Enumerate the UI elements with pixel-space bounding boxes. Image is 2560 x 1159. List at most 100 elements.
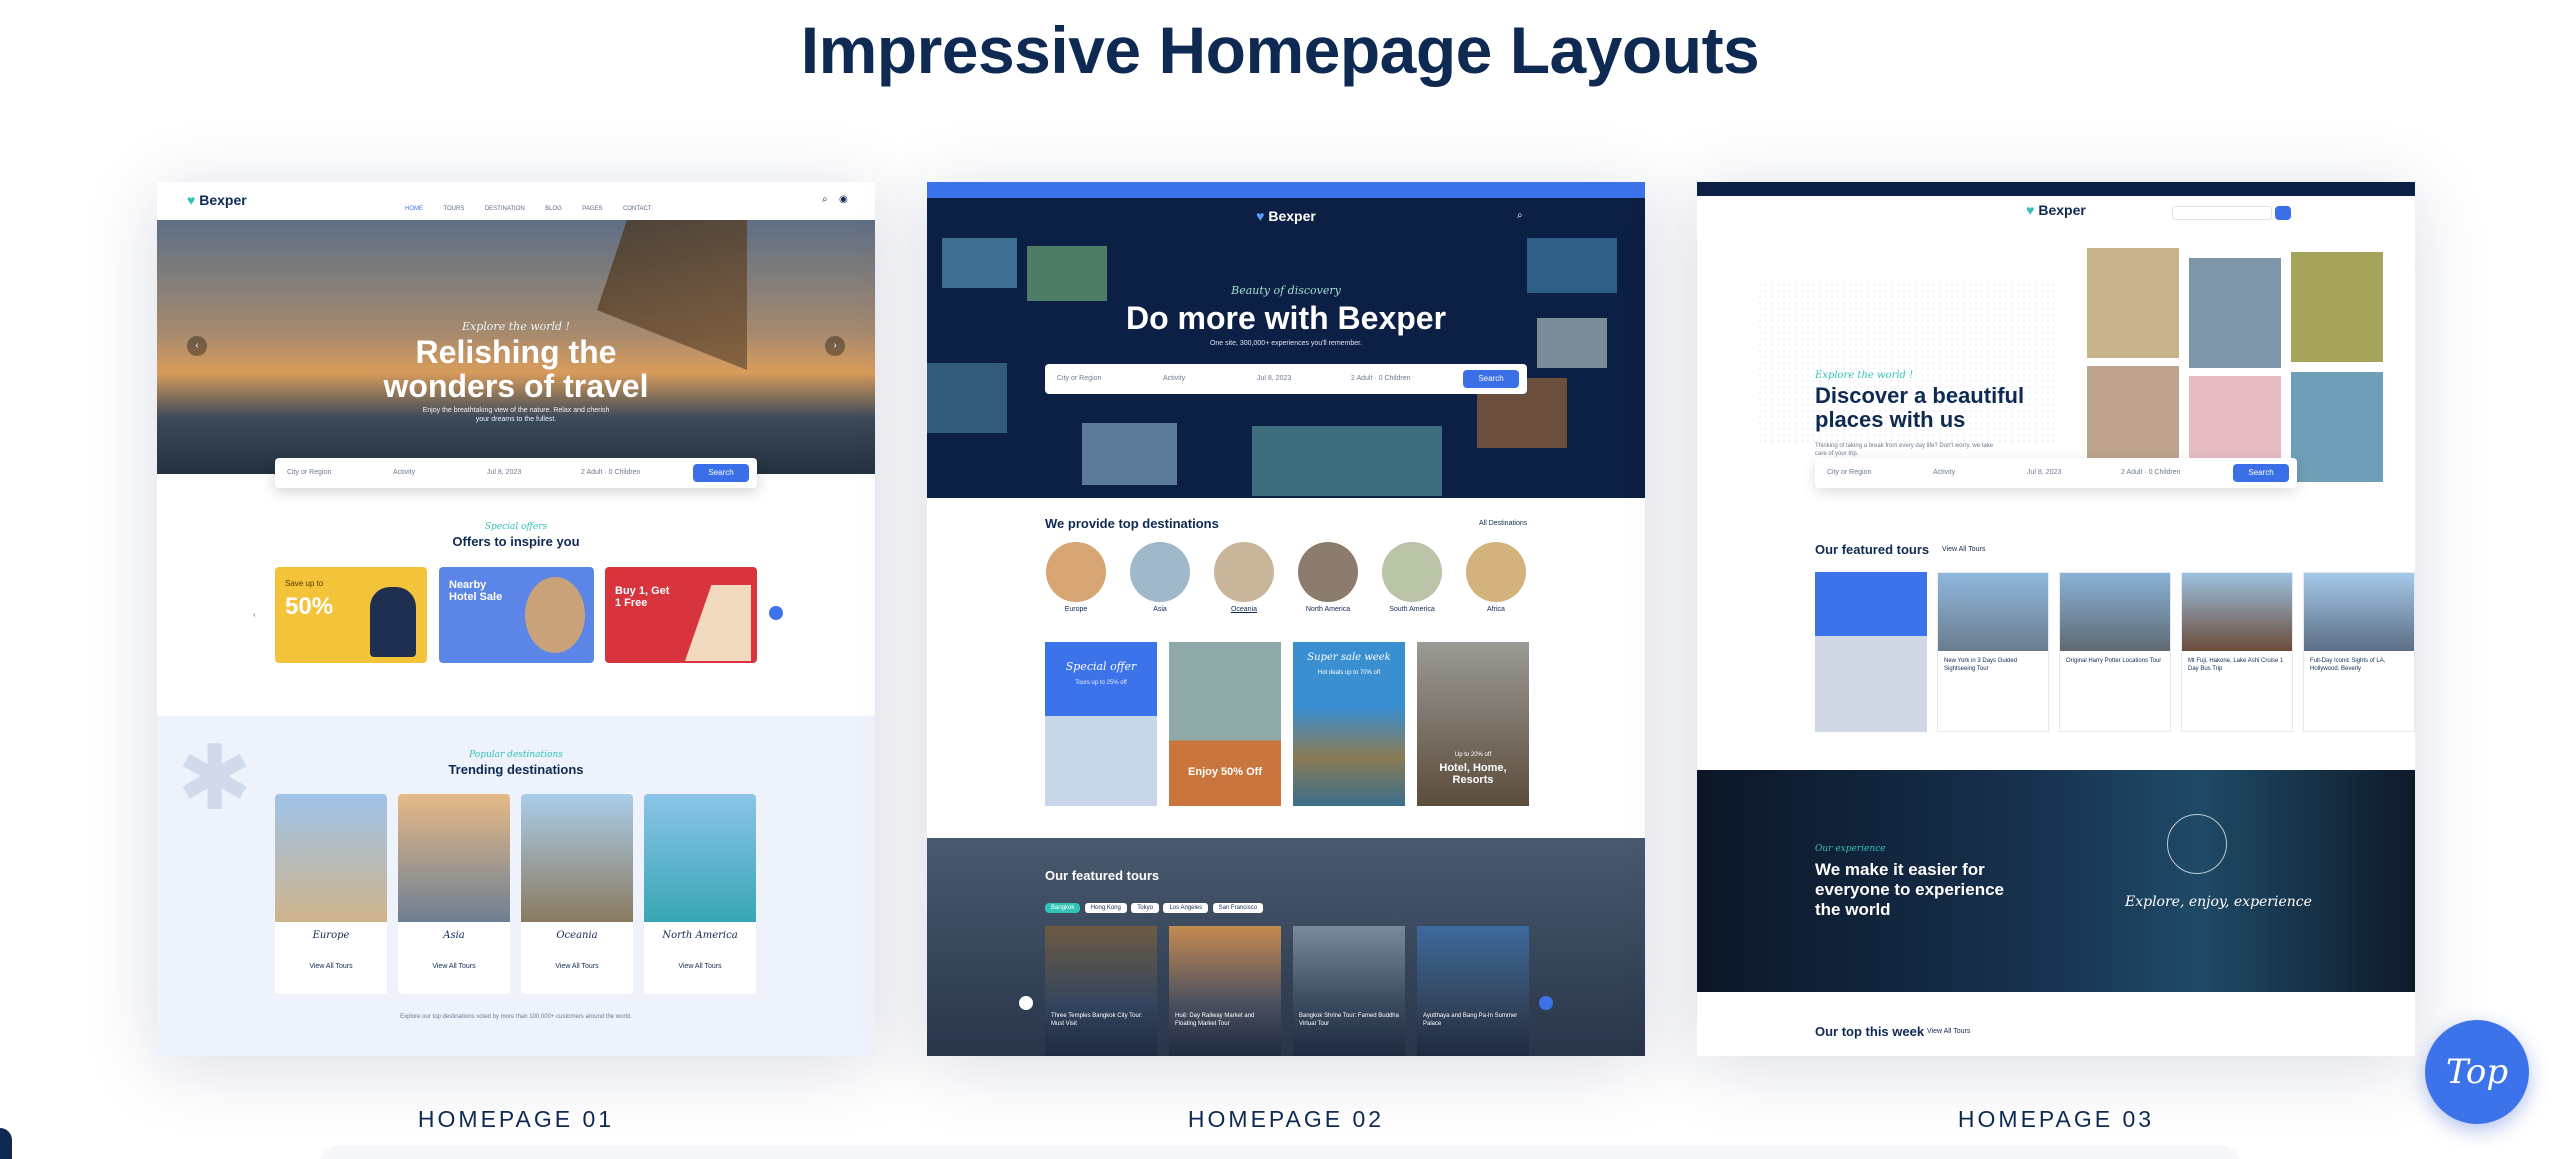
- promo-card-2[interactable]: Enjoy 50% Off: [1169, 642, 1281, 806]
- top-bar: [1697, 182, 2415, 196]
- footnote: Explore our top destinations voted by mo…: [400, 1014, 632, 1020]
- next-tour-button[interactable]: [1539, 996, 1553, 1010]
- nav-blog[interactable]: BLOG: [545, 206, 562, 212]
- search-icon[interactable]: [2275, 206, 2291, 220]
- banner-title: We make it easier for everyone to experi…: [1815, 860, 2004, 919]
- search-button[interactable]: Search: [1463, 370, 1519, 388]
- destination-card-north-america[interactable]: North America View All Tours: [644, 794, 756, 994]
- offer-card-1[interactable]: Save up to 50%: [275, 567, 427, 663]
- offers-prev-button[interactable]: ‹: [253, 610, 256, 619]
- logo[interactable]: Bexper: [199, 192, 246, 208]
- week-link[interactable]: View All Tours: [1927, 1028, 1970, 1035]
- region-asia[interactable]: Asia: [1129, 542, 1191, 613]
- logo[interactable]: Bexper: [2038, 202, 2085, 218]
- activity-field[interactable]: Activity: [1933, 469, 1955, 476]
- prev-tour-button[interactable]: [1019, 996, 1033, 1010]
- destination-card-europe[interactable]: Europe View All Tours: [275, 794, 387, 994]
- back-to-top-button[interactable]: Top: [2425, 1020, 2529, 1124]
- user-icon[interactable]: ◉: [839, 194, 848, 205]
- activity-field[interactable]: Activity: [1163, 375, 1185, 382]
- hero: ♥ Bexper ⌕ Beauty of discovery Do more w…: [927, 198, 1645, 498]
- offers-next-button[interactable]: [769, 606, 783, 620]
- hero-subtitle: Enjoy the breathtaking view of the natur…: [422, 407, 610, 423]
- homepage-02-label: HOMEPAGE 02: [1187, 1106, 1385, 1132]
- badge-circle: [2167, 814, 2227, 874]
- tour-card[interactable]: Three Temples Bangkok City Tour: Must Vi…: [1045, 926, 1157, 1056]
- tour-card[interactable]: Huệ: Day Railway Market and Floating Mar…: [1169, 926, 1281, 1056]
- singapore-photo: [398, 794, 510, 922]
- sydney-photo: [521, 794, 633, 922]
- search-icon[interactable]: ⌕: [1517, 210, 1523, 221]
- gallery-photo: [2087, 248, 2179, 358]
- hotel-photo: [525, 577, 585, 653]
- next-slide-button[interactable]: ›: [825, 336, 845, 356]
- nav-pages[interactable]: PAGES: [582, 206, 602, 212]
- guests-field[interactable]: 2 Adult · 0 Children: [2121, 469, 2181, 476]
- city-tabs: Bangkok Hong Kong Tokyo Los Angeles San …: [1045, 896, 1263, 914]
- collage-photo: [927, 363, 1007, 433]
- tab-los-angeles[interactable]: Los Angeles: [1163, 903, 1209, 913]
- week-title: Our top this week: [1815, 1024, 1925, 1039]
- date-field[interactable]: Jul 8, 2023: [487, 469, 521, 476]
- heart-logo-icon: ♥: [1256, 208, 1265, 224]
- homepage-03-label: HOMEPAGE 03: [1957, 1106, 2155, 1132]
- bottom-strip: [320, 1145, 2240, 1159]
- nav-tours[interactable]: TOURS: [443, 206, 464, 212]
- offer-card-2[interactable]: Nearby Hotel Sale: [439, 567, 594, 663]
- guests-field[interactable]: 2 Adult · 0 Children: [581, 469, 641, 476]
- date-field[interactable]: Jul 8, 2023: [1257, 375, 1291, 382]
- promo-card-3[interactable]: Super sale week Hot deals up to 70% off: [1293, 642, 1405, 806]
- tab-tokyo[interactable]: Tokyo: [1131, 903, 1159, 913]
- logo[interactable]: Bexper: [1268, 208, 1315, 224]
- location-field[interactable]: City or Region: [287, 469, 331, 476]
- search-icon[interactable]: ⌕: [822, 194, 828, 205]
- tour-card[interactable]: Ayutthaya and Bang Pa-In Summer Palace: [1417, 926, 1529, 1056]
- tab-hong-kong[interactable]: Hong Kong: [1084, 903, 1127, 913]
- search-bar: City or Region Activity Jul 8, 2023 2 Ad…: [1045, 364, 1527, 394]
- tour-card[interactable]: Full-Day Iconic Sights of LA, Hollywood,…: [2303, 572, 2415, 732]
- featured-title: Our featured tours: [1815, 542, 1930, 557]
- hero-script: Explore the world !: [1815, 370, 1914, 381]
- tour-card[interactable]: Mt Fuji, Hakone, Lake Ashi Cruise 1 Day …: [2181, 572, 2293, 732]
- nav-contact[interactable]: CONTACT: [623, 206, 652, 212]
- featured-link[interactable]: View All Tours: [1942, 546, 1985, 553]
- region-north-america[interactable]: North America: [1297, 542, 1359, 613]
- top-bar: [927, 182, 1645, 198]
- palm-decor-icon: ✱: [177, 729, 253, 829]
- tour-card[interactable]: Bangkok Shrine Tour: Famed Buddha Virtua…: [1293, 926, 1405, 1056]
- search-button[interactable]: Search: [693, 464, 749, 482]
- opera-house-photo: [685, 585, 751, 661]
- activity-field[interactable]: Activity: [393, 469, 415, 476]
- location-field[interactable]: City or Region: [1827, 469, 1871, 476]
- homepage-02-preview[interactable]: ♥ Bexper ⌕ Beauty of discovery Do more w…: [927, 182, 1645, 1056]
- offer-card-3[interactable]: Buy 1, Get 1 Free: [605, 567, 757, 663]
- all-destinations-link[interactable]: All Destinations: [1479, 520, 1527, 527]
- tour-card[interactable]: New York in 3 Days Guided Sightseeing To…: [1937, 572, 2049, 732]
- region-europe[interactable]: Europe: [1045, 542, 1107, 613]
- promo-card-1[interactable]: Special offer Tours up to 25% off: [1045, 642, 1157, 806]
- promo-card-4[interactable]: Up to 20% off Hotel, Home, Resorts: [1417, 642, 1529, 806]
- prev-slide-button[interactable]: ‹: [187, 336, 207, 356]
- homepage-03-preview[interactable]: ♥ Bexper Explore the world ! Discover a …: [1697, 182, 2415, 1056]
- region-oceania[interactable]: Oceania: [1213, 542, 1275, 613]
- tour-card[interactable]: Original Harry Potter Locations Tour: [2059, 572, 2171, 732]
- region-africa[interactable]: Africa: [1465, 542, 1527, 613]
- tab-san-francisco[interactable]: San Francisco: [1212, 903, 1263, 913]
- destination-card-asia[interactable]: Asia View All Tours: [398, 794, 510, 994]
- tab-bangkok[interactable]: Bangkok: [1045, 903, 1081, 913]
- banner-script: Our experience: [1815, 844, 1886, 854]
- search-button[interactable]: Search: [2233, 464, 2289, 482]
- search-input[interactable]: [2172, 206, 2272, 220]
- date-field[interactable]: Jul 8, 2023: [2027, 469, 2061, 476]
- featured-promo[interactable]: [1815, 572, 1927, 732]
- heart-logo-icon: ♥: [2026, 202, 2035, 218]
- guests-field[interactable]: 2 Adult · 0 Children: [1351, 375, 1411, 382]
- dest-title: We provide top destinations: [1045, 516, 1219, 531]
- nav-destination[interactable]: DESTINATION: [485, 206, 525, 212]
- location-field[interactable]: City or Region: [1057, 375, 1101, 382]
- featured-title: Our featured tours: [1045, 868, 1160, 883]
- destination-card-oceania[interactable]: Oceania View All Tours: [521, 794, 633, 994]
- region-south-america[interactable]: South America: [1381, 542, 1443, 613]
- homepage-01-preview[interactable]: ♥ Bexper HOME TOURS DESTINATION BLOG PAG…: [157, 182, 875, 1056]
- nav-home[interactable]: HOME: [405, 206, 423, 212]
